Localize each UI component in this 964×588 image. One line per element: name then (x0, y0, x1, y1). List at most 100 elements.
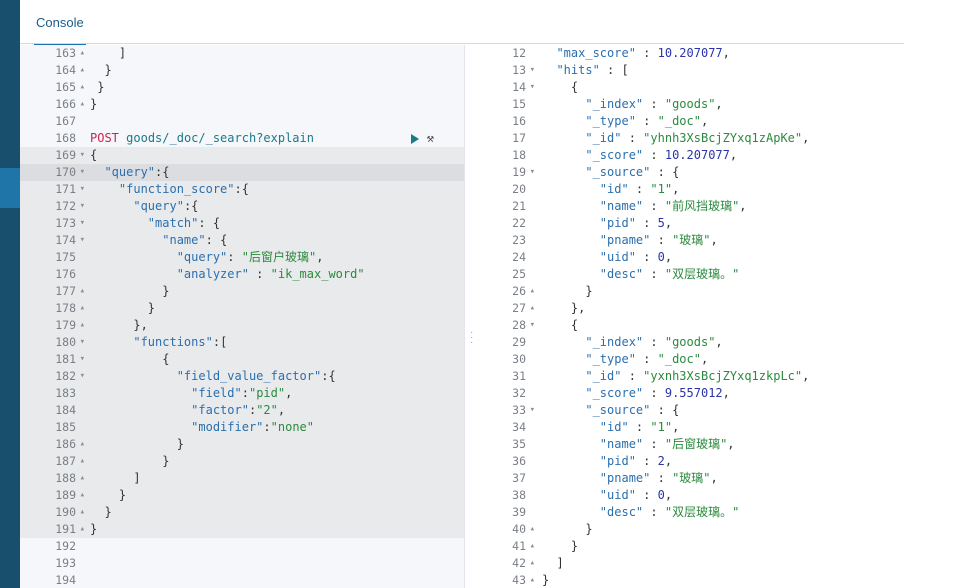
line-number-text: 165 (55, 80, 76, 94)
line-number: 184 (20, 402, 86, 419)
response-line: 23 "pname" : "玻璃", (480, 232, 964, 249)
fold-closed-icon[interactable]: ▴ (80, 96, 85, 113)
fold-closed-icon[interactable]: ▴ (80, 79, 85, 96)
fold-closed-icon[interactable]: ▴ (80, 504, 85, 521)
editor-line: 193 (20, 555, 464, 572)
line-number-text: 190 (55, 505, 76, 519)
line-number-text: 36 (512, 454, 526, 468)
fold-open-icon[interactable]: ▾ (80, 215, 85, 232)
code-text: "_index" : "goods", (585, 335, 723, 349)
line-number-text: 175 (55, 250, 76, 264)
fold-closed-icon[interactable]: ▴ (530, 521, 535, 538)
code-text: "pname" : "玻璃", (599, 471, 718, 485)
fold-closed-icon[interactable]: ▴ (80, 436, 85, 453)
request-editor[interactable]: 163 ▴ ] 164 ▴ } 165 ▴ } 166 ▴} 167 168 POST goods/… (20, 45, 464, 588)
fold-open-icon[interactable]: ▾ (80, 334, 85, 351)
code-text: "function_score":{ (118, 182, 249, 196)
fold-closed-icon[interactable]: ▴ (80, 521, 85, 538)
fold-closed-icon[interactable]: ▴ (80, 470, 85, 487)
line-number: 20 (480, 181, 536, 198)
response-line: 12 "max_score" : 10.207077, (480, 45, 964, 62)
code-text: } (90, 488, 127, 502)
code-text: "hits" : [ (556, 63, 629, 77)
fold-closed-icon[interactable]: ▴ (80, 283, 85, 300)
fold-open-icon[interactable]: ▾ (80, 147, 85, 164)
fold-closed-icon[interactable]: ▴ (80, 487, 85, 504)
line-number-text: 41 (512, 539, 526, 553)
line-number: 164 ▴ (20, 62, 86, 79)
fold-open-icon[interactable]: ▾ (530, 317, 535, 334)
wrench-icon[interactable]: ⚒ (427, 130, 434, 147)
line-number-text: 174 (55, 233, 76, 247)
editor-line: 178 ▴ } (20, 300, 464, 317)
fold-open-icon[interactable]: ▾ (530, 62, 535, 79)
fold-open-icon[interactable]: ▾ (530, 79, 535, 96)
code-text: } (90, 522, 98, 536)
fold-closed-icon[interactable]: ▴ (530, 300, 535, 317)
fold-open-icon[interactable]: ▾ (80, 368, 85, 385)
fold-open-icon[interactable]: ▾ (80, 164, 85, 181)
code-text: "query":{ (133, 199, 199, 213)
code-text: "analyzer" : "ik_max_word" (176, 267, 365, 281)
line-number: 178 ▴ (20, 300, 86, 317)
line-number: 169 ▾ (20, 147, 86, 164)
line-number: 190 ▴ (20, 504, 86, 521)
code-text: "modifier":"none" (191, 420, 314, 434)
fold-closed-icon[interactable]: ▴ (530, 538, 535, 555)
side-nav-active-marker (0, 168, 20, 208)
line-number: 180 ▾ (20, 334, 86, 351)
line-number: 191 ▴ (20, 521, 86, 538)
play-icon[interactable] (410, 133, 419, 144)
line-number: 27 ▴ (480, 300, 536, 317)
line-number-text: 181 (55, 352, 76, 366)
line-number: 168 (20, 130, 86, 147)
line-number: 193 (20, 555, 86, 572)
fold-closed-icon[interactable]: ▴ (80, 453, 85, 470)
line-number: 37 (480, 470, 536, 487)
code-text: "id" : "1", (599, 182, 680, 196)
line-number: 166 ▴ (20, 96, 86, 113)
editor-line: 171 ▾ "function_score":{ (20, 181, 464, 198)
line-number-text: 27 (512, 301, 526, 315)
response-line: 24 "uid" : 0, (480, 249, 964, 266)
fold-closed-icon[interactable]: ▴ (80, 62, 85, 79)
resizer-grip-icon[interactable]: · · · (470, 328, 474, 348)
line-number-text: 163 (55, 46, 76, 60)
fold-closed-icon[interactable]: ▴ (80, 45, 85, 62)
line-number: 22 (480, 215, 536, 232)
code-text: "_source" : { (585, 165, 680, 179)
fold-open-icon[interactable]: ▾ (80, 351, 85, 368)
fold-open-icon[interactable]: ▾ (530, 402, 535, 419)
line-number: 32 (480, 385, 536, 402)
line-number: 14 ▾ (480, 79, 536, 96)
fold-closed-icon[interactable]: ▴ (80, 300, 85, 317)
line-number-text: 166 (55, 97, 76, 111)
fold-closed-icon[interactable]: ▴ (530, 283, 535, 300)
code-text: "pname" : "玻璃", (599, 233, 718, 247)
response-line: 13 ▾ "hits" : [ (480, 62, 964, 79)
fold-open-icon[interactable]: ▾ (80, 198, 85, 215)
code-text: } (542, 522, 593, 536)
response-line: 20 "id" : "1", (480, 181, 964, 198)
fold-open-icon[interactable]: ▾ (80, 181, 85, 198)
line-number: 174 ▾ (20, 232, 86, 249)
fold-closed-icon[interactable]: ▴ (530, 572, 535, 588)
line-number-text: 177 (55, 284, 76, 298)
line-number: 30 (480, 351, 536, 368)
tab-console[interactable]: Console (34, 15, 86, 45)
line-number: 185 (20, 419, 86, 436)
response-viewer[interactable]: 12 "max_score" : 10.207077, 13 ▾ "hits" : … (480, 45, 964, 588)
line-number-text: 192 (55, 539, 76, 553)
side-nav (0, 0, 20, 588)
line-number-text: 31 (512, 369, 526, 383)
code-text: } (90, 80, 105, 94)
fold-open-icon[interactable]: ▾ (530, 164, 535, 181)
line-number-text: 24 (512, 250, 526, 264)
fold-open-icon[interactable]: ▾ (80, 232, 85, 249)
fold-closed-icon[interactable]: ▴ (80, 317, 85, 334)
fold-closed-icon[interactable]: ▴ (530, 555, 535, 572)
pane-resizer[interactable] (464, 45, 481, 588)
line-number: 39 (480, 504, 536, 521)
code-text: } (90, 301, 156, 315)
code-text: "query": "后窗户玻璃", (176, 250, 324, 264)
